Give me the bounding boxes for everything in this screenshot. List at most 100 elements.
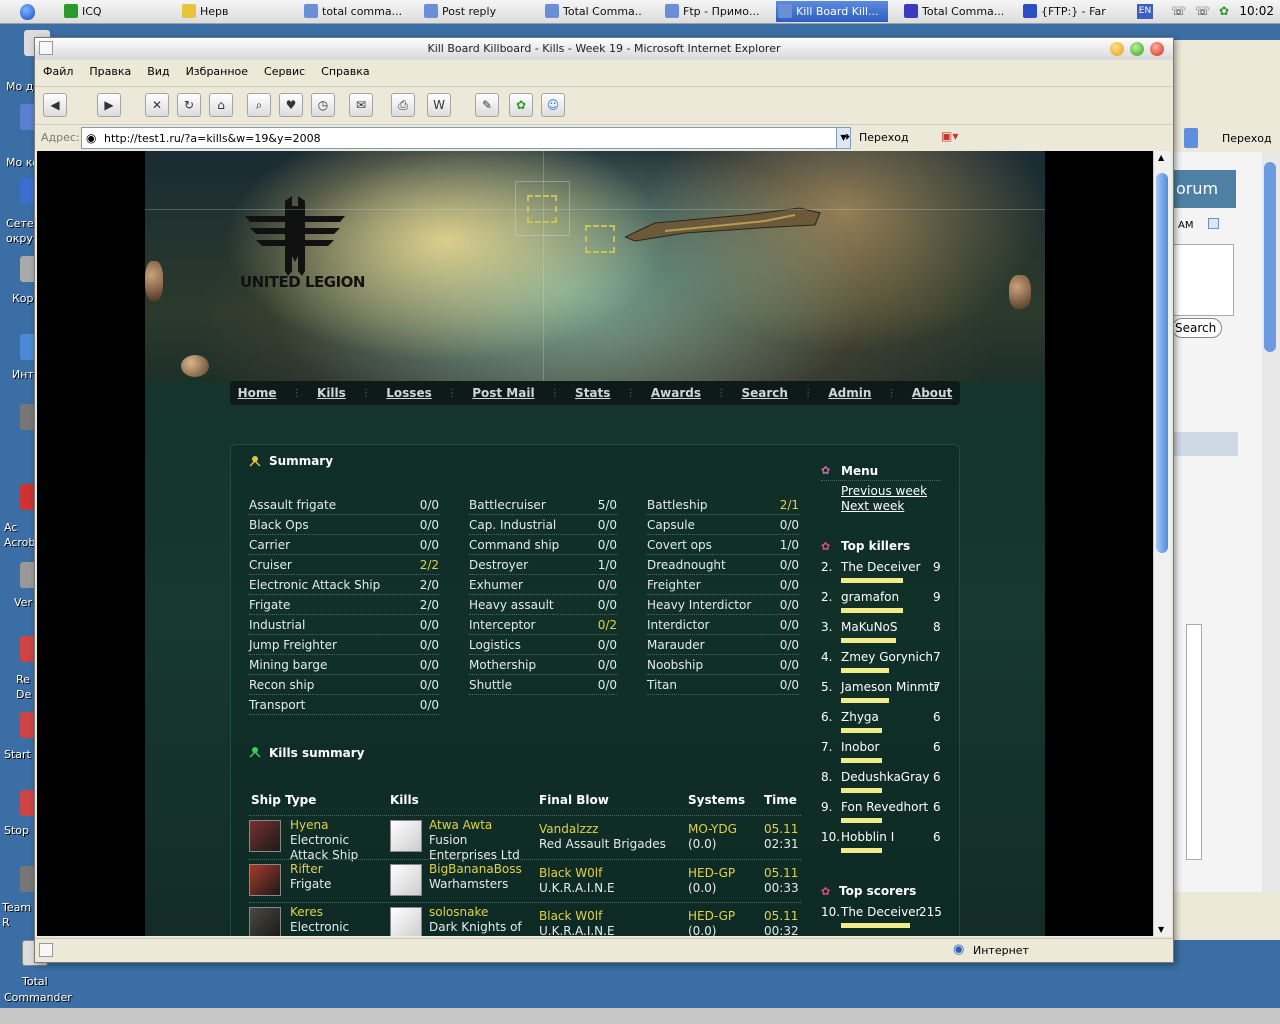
scroll-thumb[interactable]	[1264, 162, 1276, 352]
history-button[interactable]: ◷	[311, 93, 335, 117]
favorites-button[interactable]: ♥	[279, 93, 303, 117]
nav-link-about[interactable]: About	[912, 386, 952, 400]
pilot-name[interactable]: MaKuNoS	[841, 935, 898, 936]
taskbar-item[interactable]: Total Comma...	[543, 1, 643, 22]
ship-image[interactable]	[249, 864, 281, 896]
col-time[interactable]: Time	[764, 793, 797, 807]
corp-logo[interactable]	[390, 864, 422, 896]
start-button[interactable]	[2, 1, 62, 23]
pilot-name[interactable]: Fon Revedhort	[841, 800, 928, 814]
col-final-blow[interactable]: Final Blow	[539, 793, 609, 807]
text-area[interactable]	[1186, 624, 1202, 860]
system-link[interactable]: HED-GP	[688, 866, 735, 880]
nav-link-stats[interactable]: Stats	[575, 386, 610, 400]
pilot-name[interactable]: Hobblin I	[841, 830, 894, 844]
list-item[interactable]: 10. Hobblin I 6	[821, 830, 943, 860]
victim-corp[interactable]: Warhamsters	[429, 877, 508, 891]
pilot-name[interactable]: Zhyga	[841, 710, 879, 724]
vertical-scrollbar[interactable]: ▲ ▼	[1153, 151, 1171, 936]
forward-button[interactable]: ▶	[97, 93, 121, 117]
victim-link[interactable]: solosnake	[429, 905, 488, 919]
go-button[interactable]: Переход	[859, 131, 909, 144]
taskbar-item[interactable]: ICQ	[62, 1, 162, 22]
icq-icon[interactable]: ✿	[509, 93, 533, 117]
list-item[interactable]: 9. Fon Revedhort 6	[821, 800, 943, 830]
list-item[interactable]: 6. Zhyga 6	[821, 710, 943, 740]
victim-link[interactable]: BigBananaBoss	[429, 862, 522, 876]
table-row[interactable]: Rifter Frigate BigBananaBoss Warhamsters Bla…	[249, 859, 801, 902]
list-item[interactable]: 5. Jameson Minmtr 7	[821, 680, 943, 710]
ship-image[interactable]	[249, 820, 281, 852]
window-titlebar[interactable]: Kill Board Killboard - Kills - Week 19 -…	[35, 38, 1173, 60]
previous-week-link[interactable]: Previous week	[841, 484, 941, 498]
pilot-name[interactable]: The Deceiver	[841, 905, 921, 919]
nav-link-losses[interactable]: Losses	[386, 386, 431, 400]
go-arrow-icon[interactable]: ➜	[841, 130, 850, 143]
final-blow-corp[interactable]: U.K.R.A.I.N.E	[539, 924, 615, 936]
nav-link-admin[interactable]: Admin	[828, 386, 871, 400]
table-row[interactable]: KeresElectronic Attack Ship solosnakeDark…	[249, 902, 801, 936]
clock[interactable]: 10:02	[1239, 4, 1274, 18]
final-blow-pilot[interactable]: Black W0lf	[539, 866, 602, 880]
pilot-name[interactable]: MaKuNoS	[841, 620, 898, 634]
stop-button[interactable]: ✕	[145, 93, 169, 117]
ship-name-link[interactable]: Keres	[290, 905, 323, 919]
col-ship-type[interactable]: Ship Type	[251, 793, 316, 807]
final-blow-pilot[interactable]: Vandalzzz	[539, 822, 598, 836]
minimize-button[interactable]	[1110, 42, 1124, 56]
next-week-link[interactable]: Next week	[841, 499, 941, 513]
phone-icon[interactable]: ☏	[1171, 4, 1186, 18]
list-item[interactable]: 4. Zmey Gorynich 7	[821, 650, 943, 680]
pilot-name[interactable]: gramafon	[841, 590, 899, 604]
dropdown-button[interactable]	[1184, 128, 1198, 148]
maximize-button[interactable]	[1130, 42, 1144, 56]
minus-icon[interactable]	[1208, 218, 1219, 229]
table-row[interactable]: Hyena Electronic Attack Ship Atwa Awta Fusi…	[249, 815, 801, 862]
close-button[interactable]	[1150, 42, 1164, 56]
icq-icon[interactable]: ✿	[1219, 4, 1233, 18]
pilot-name[interactable]: DedushkaGray	[841, 770, 929, 784]
background-window[interactable]: Переход orum AM Search	[1172, 40, 1280, 940]
list-item[interactable]: 8. DedushkaGray 6	[821, 770, 943, 800]
goto-label[interactable]: Переход	[1222, 132, 1272, 145]
scroll-up-arrow[interactable]: ▲	[1158, 153, 1164, 162]
taskbar-item[interactable]: Ftp - Примо...	[663, 1, 763, 22]
nav-link-awards[interactable]: Awards	[651, 386, 701, 400]
address-input[interactable]: ◉ http://test1.ru/?a=kills&w=19&y=2008 ▼	[81, 127, 851, 149]
taskbar-item[interactable]: Total Comma...	[902, 1, 1012, 22]
links-icon[interactable]: ▣▾	[941, 129, 958, 143]
victim-link[interactable]: Atwa Awta	[429, 818, 492, 832]
nav-link-post-mail[interactable]: Post Mail	[472, 386, 534, 400]
back-button[interactable]: ◀	[43, 93, 67, 117]
menu-file[interactable]: Файл	[35, 62, 81, 81]
taskbar-item[interactable]: {FTP:} - Far	[1021, 1, 1121, 22]
ship-image[interactable]	[249, 907, 281, 936]
final-blow-corp[interactable]: U.K.R.A.I.N.E	[539, 881, 615, 895]
taskbar-item[interactable]: Kill Board Kill...	[776, 1, 888, 22]
messenger-icon[interactable]: ☺	[541, 93, 565, 117]
edit-button[interactable]: W	[427, 93, 451, 117]
search-button[interactable]: ⌕	[247, 93, 271, 117]
ship-name-link[interactable]: Rifter	[290, 862, 323, 876]
list-item[interactable]: 2. gramafon 9	[821, 590, 943, 620]
scroll-down-arrow[interactable]: ▼	[1158, 925, 1164, 934]
nav-link-kills[interactable]: Kills	[317, 386, 346, 400]
search-button[interactable]: Search	[1172, 318, 1222, 338]
system-link[interactable]: MO-YDG	[688, 822, 737, 836]
bg-scrollbar[interactable]	[1262, 152, 1280, 892]
victim-corp[interactable]: Fusion Enterprises Ltd	[429, 833, 520, 862]
system-link[interactable]: HED-GP	[688, 909, 735, 923]
refresh-button[interactable]: ↻	[177, 93, 201, 117]
list-item[interactable]: 10. The Deceiver 215	[821, 905, 943, 935]
nav-link-search[interactable]: Search	[741, 386, 787, 400]
final-blow-corp[interactable]: Red Assault Brigades	[539, 837, 666, 851]
pilot-name[interactable]: Jameson Minmtr	[841, 680, 939, 694]
list-item[interactable]: 2. The Deceiver 9	[821, 560, 943, 590]
menu-view[interactable]: Вид	[139, 62, 177, 81]
ship-name-link[interactable]: Hyena	[290, 818, 328, 832]
print-button[interactable]: ⎙	[391, 93, 415, 117]
corp-logo[interactable]	[390, 820, 422, 852]
list-item[interactable]: 3. MaKuNoS 8	[821, 620, 943, 650]
list-item[interactable]: 2. MaKuNoS 204	[821, 935, 943, 936]
final-blow-pilot[interactable]: Black W0lf	[539, 909, 602, 923]
